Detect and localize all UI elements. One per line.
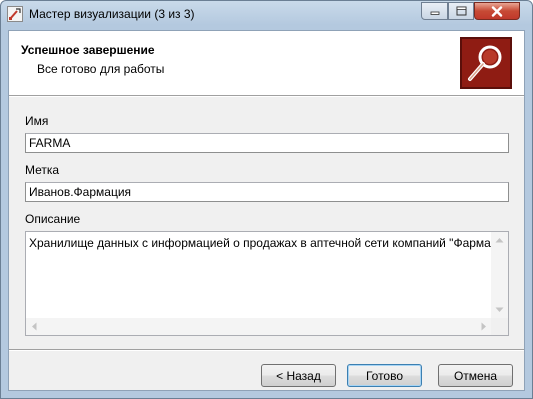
scroll-down-icon (495, 307, 504, 312)
scroll-left-icon (32, 322, 37, 331)
maximize-button[interactable] (448, 2, 474, 20)
footer-divider (9, 349, 524, 351)
description-label: Описание (25, 212, 81, 226)
minimize-icon (430, 11, 439, 15)
tag-label: Метка (25, 163, 60, 177)
wizard-header: Успешное завершение Все готово для работ… (9, 31, 524, 95)
horizontal-scrollbar[interactable] (26, 318, 491, 335)
name-label: Имя (25, 114, 49, 128)
name-field[interactable]: FARMA (25, 133, 509, 153)
description-text: Хранилище данных с информацией о продажа… (29, 236, 508, 250)
tag-field[interactable]: Иванов.Фармация (25, 182, 509, 202)
app-icon (7, 6, 23, 22)
back-button[interactable]: < Назад (261, 364, 336, 387)
window-title: Мастер визуализации (3 из 3) (29, 7, 195, 21)
scrollbar-corner (491, 318, 508, 335)
header-title: Успешное завершение (21, 43, 155, 57)
finish-button[interactable]: Готово (347, 364, 422, 387)
maximize-icon (456, 6, 466, 16)
close-icon (491, 5, 503, 17)
vertical-scrollbar[interactable] (491, 232, 508, 318)
cancel-button[interactable]: Отмена (438, 364, 513, 387)
minimize-button[interactable] (421, 2, 448, 20)
wizard-window: Мастер визуализации (3 из 3) Успешное за… (0, 0, 533, 399)
wizard-client: Успешное завершение Все готово для работ… (8, 30, 525, 391)
scroll-up-icon (495, 238, 504, 243)
title-bar[interactable]: Мастер визуализации (3 из 3) (1, 1, 532, 28)
header-divider (9, 95, 524, 97)
close-button[interactable] (474, 2, 520, 20)
scroll-right-icon (481, 322, 486, 331)
header-subtitle: Все готово для работы (37, 62, 165, 76)
magnifier-icon (460, 37, 512, 89)
description-field[interactable]: Хранилище данных с информацией о продажа… (25, 231, 509, 336)
